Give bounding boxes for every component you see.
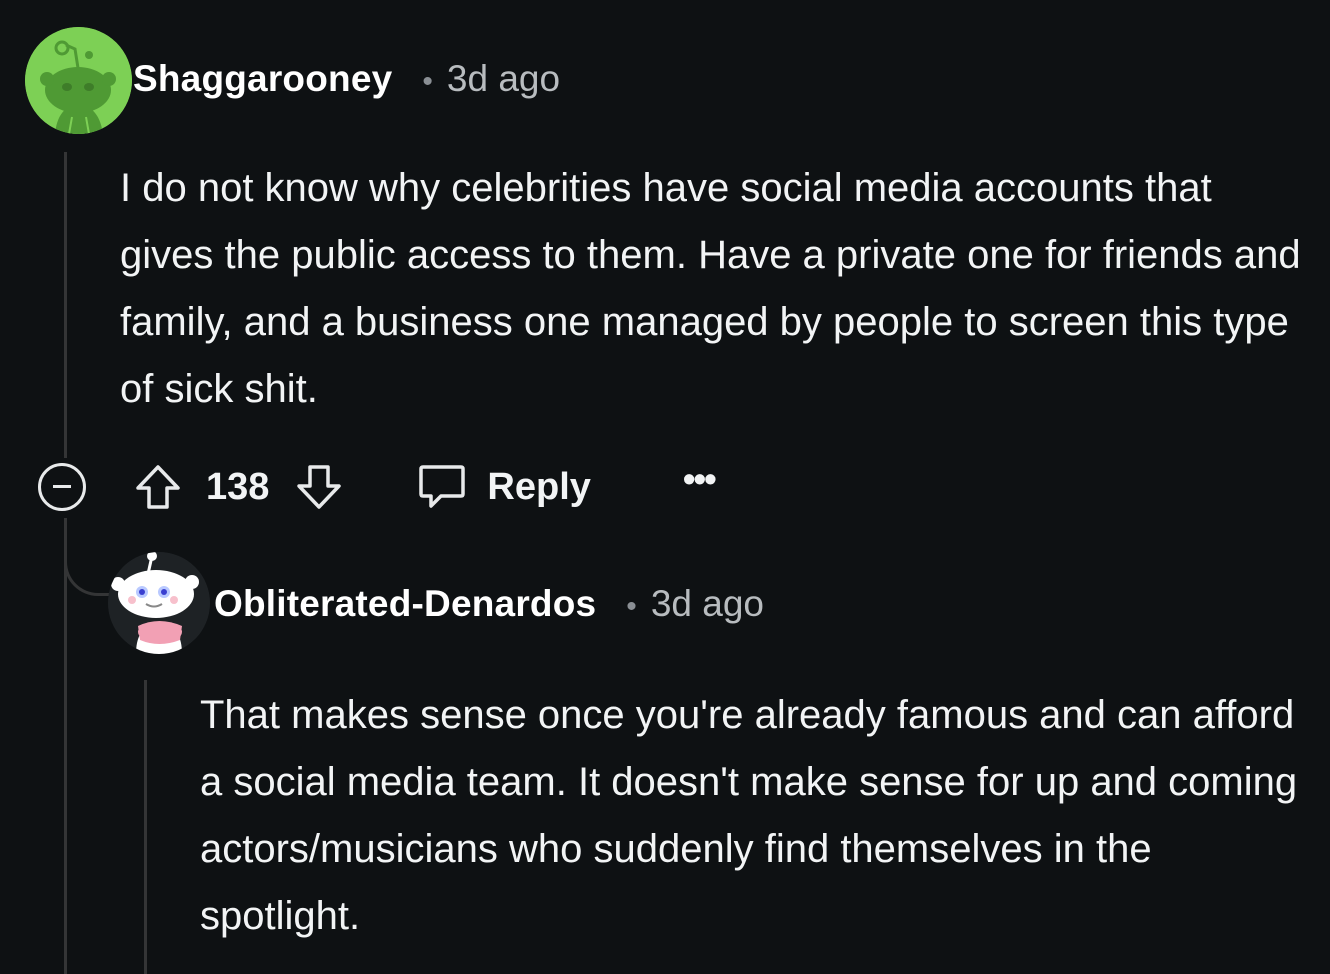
- snoo-avatar-white-icon: [108, 552, 210, 654]
- comment-body: That makes sense once you're already fam…: [200, 693, 1298, 938]
- more-options-button[interactable]: •••: [683, 458, 717, 500]
- snoo-avatar-green-icon: [25, 27, 132, 134]
- upvote-arrow-icon[interactable]: [132, 461, 184, 513]
- username[interactable]: Shaggarooney: [133, 58, 392, 100]
- thread-branch-line: [64, 540, 110, 596]
- timestamp[interactable]: 3d ago: [651, 583, 764, 625]
- reply-thread-line[interactable]: [144, 680, 147, 974]
- comment-action-bar: 138 Reply •••: [38, 458, 717, 514]
- timestamp[interactable]: 3d ago: [447, 58, 560, 100]
- avatar[interactable]: [108, 552, 210, 654]
- username[interactable]: Obliterated-Denardos: [214, 583, 596, 625]
- reply-button[interactable]: Reply: [417, 462, 591, 512]
- meta-separator: •: [626, 590, 637, 623]
- avatar[interactable]: [25, 27, 132, 134]
- vote-score: 138: [206, 465, 270, 508]
- thread-line[interactable]: [64, 152, 67, 458]
- comment-header: Shaggarooney • 3d ago: [133, 58, 560, 100]
- speech-bubble-icon: [419, 465, 466, 508]
- meta-separator: •: [422, 65, 433, 98]
- collapse-button[interactable]: [38, 463, 86, 511]
- comment-header: Obliterated-Denardos • 3d ago: [214, 583, 764, 625]
- thread-line[interactable]: [64, 518, 67, 974]
- comment-thread: Shaggarooney • 3d ago I do not know why …: [0, 0, 1330, 974]
- reply-label: Reply: [487, 465, 591, 508]
- comment-body: I do not know why celebrities have socia…: [120, 166, 1301, 411]
- downvote-arrow-icon[interactable]: [293, 461, 345, 513]
